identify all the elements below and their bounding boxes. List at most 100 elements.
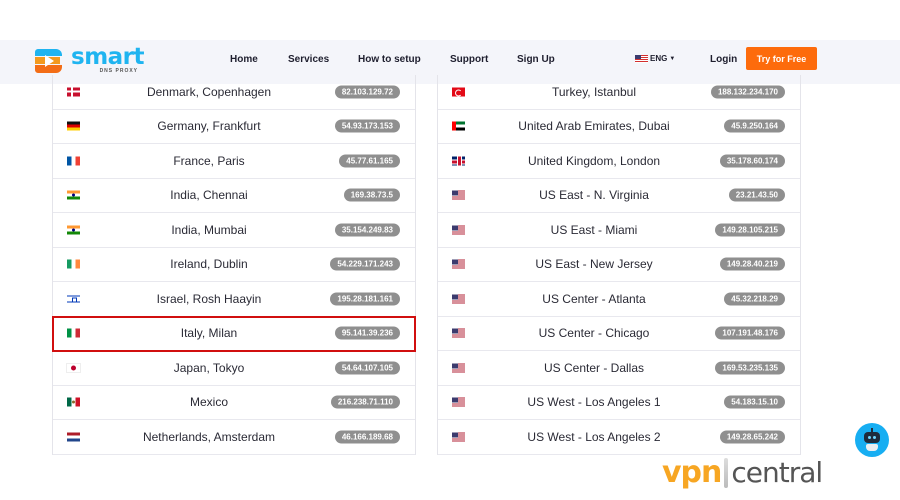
server-row: Japan, Tokyo 54.64.107.105 xyxy=(53,351,415,386)
server-location: Germany, Frankfurt xyxy=(157,119,261,134)
mexico-flag-icon xyxy=(67,397,80,407)
nav-sign-up[interactable]: Sign Up xyxy=(517,54,555,65)
server-location: US East - New Jersey xyxy=(535,257,653,272)
server-location: Denmark, Copenhagen xyxy=(146,84,272,99)
server-location: US Center - Atlanta xyxy=(542,291,646,306)
india-flag-icon xyxy=(67,190,80,200)
server-ip-badge: 195.28.181.161 xyxy=(330,292,400,306)
server-location: Netherlands, Amsterdam xyxy=(142,429,276,444)
japan-flag-icon xyxy=(67,363,80,373)
language-selector[interactable]: ENG ▼ xyxy=(635,54,675,63)
logo-icon xyxy=(35,49,63,75)
server-row: Netherlands, Amsterdam 46.166.189.68 xyxy=(53,420,415,455)
server-row: Israel, Rosh Haayin 195.28.181.161 xyxy=(53,282,415,317)
vpncentral-watermark: vpn central xyxy=(662,455,823,490)
server-ip-badge: 107.191.48.176 xyxy=(715,326,785,340)
server-location: Ireland, Dublin xyxy=(170,257,248,272)
brand-logo[interactable]: smart DNS PROXY xyxy=(35,44,145,77)
caret-down-icon: ▼ xyxy=(669,55,676,62)
server-location: Israel, Rosh Haayin xyxy=(156,291,262,306)
netherlands-flag-icon xyxy=(67,432,80,442)
server-ip-badge: 54.183.15.10 xyxy=(724,395,785,409)
germany-flag-icon xyxy=(67,121,80,131)
server-row: India, Chennai 169.38.73.5 xyxy=(53,179,415,213)
india-flag-icon xyxy=(67,225,80,235)
server-ip-badge: 35.154.249.83 xyxy=(334,223,400,237)
us-flag-icon xyxy=(452,328,465,338)
server-location: United Arab Emirates, Dubai xyxy=(518,119,670,134)
server-location: US East - Miami xyxy=(550,222,638,237)
server-location: Mexico xyxy=(189,395,228,410)
brand-name: smart xyxy=(71,44,145,70)
nav-support[interactable]: Support xyxy=(450,54,488,65)
server-ip-badge: 169.53.235.135 xyxy=(715,361,785,375)
server-row: US East - New Jersey 149.28.40.219 xyxy=(438,248,800,282)
server-location: US Center - Dallas xyxy=(543,360,645,375)
server-location: US West - Los Angeles 2 xyxy=(527,429,661,444)
us-flag-icon xyxy=(452,259,465,269)
server-ip-badge: 82.103.129.72 xyxy=(334,85,400,99)
login-link[interactable]: Login xyxy=(710,54,737,65)
us-flag-icon xyxy=(452,190,465,200)
server-ip-badge: 23.21.43.50 xyxy=(728,188,785,202)
server-location: Italy, Milan xyxy=(180,326,238,341)
server-ip-badge: 149.28.40.219 xyxy=(719,257,785,271)
page: smart DNS PROXY Home Services How to set… xyxy=(0,0,900,500)
nav-services[interactable]: Services xyxy=(288,54,329,65)
server-row: US West - Los Angeles 1 54.183.15.10 xyxy=(438,386,800,420)
server-row: Italy, Milan 95.141.39.236 xyxy=(52,315,416,352)
uk-flag-icon xyxy=(452,156,465,166)
us-flag-icon xyxy=(635,54,648,63)
server-row: India, Mumbai 35.154.249.83 xyxy=(53,213,415,248)
italy-flag-icon xyxy=(67,328,80,338)
server-location: India, Mumbai xyxy=(171,222,247,237)
server-list-left: Denmark, Copenhagen 82.103.129.72 Germany,… xyxy=(52,75,416,455)
server-row: United Arab Emirates, Dubai 45.9.250.164 xyxy=(438,110,800,144)
us-flag-icon xyxy=(452,294,465,304)
server-ip-badge: 45.32.218.29 xyxy=(724,292,785,306)
nav-how-to-setup[interactable]: How to setup xyxy=(358,54,421,65)
try-for-free-button[interactable]: Try for Free xyxy=(746,47,817,70)
server-row: Ireland, Dublin 54.229.171.243 xyxy=(53,248,415,282)
server-location: United Kingdom, London xyxy=(527,153,661,168)
server-ip-badge: 35.178.60.174 xyxy=(719,154,785,168)
ireland-flag-icon xyxy=(67,259,80,269)
server-ip-badge: 45.77.61.165 xyxy=(339,154,400,168)
server-ip-badge: 149.28.65.242 xyxy=(719,430,785,444)
chatbot-button[interactable] xyxy=(855,423,889,457)
server-ip-badge: 95.141.39.236 xyxy=(334,326,400,340)
server-row: France, Paris 45.77.61.165 xyxy=(53,144,415,179)
server-row: Denmark, Copenhagen 82.103.129.72 xyxy=(53,75,415,110)
us-flag-icon xyxy=(452,225,465,235)
server-location: Turkey, Istanbul xyxy=(551,84,637,99)
server-ip-badge: 216.238.71.110 xyxy=(330,395,400,409)
israel-flag-icon xyxy=(67,294,80,304)
uae-flag-icon xyxy=(452,121,465,131)
server-row: US Center - Atlanta 45.32.218.29 xyxy=(438,282,800,317)
us-flag-icon xyxy=(452,363,465,373)
us-flag-icon xyxy=(452,432,465,442)
server-ip-badge: 169.38.73.5 xyxy=(343,188,400,202)
server-ip-badge: 188.132.234.170 xyxy=(710,85,785,99)
server-row: Germany, Frankfurt 54.93.173.153 xyxy=(53,110,415,144)
server-list-right: Turkey, Istanbul 188.132.234.170 United Ar… xyxy=(437,75,801,455)
server-location: India, Chennai xyxy=(170,188,248,203)
server-ip-badge: 54.229.171.243 xyxy=(330,257,400,271)
turkey-flag-icon xyxy=(452,87,465,97)
nav-home[interactable]: Home xyxy=(230,54,258,65)
denmark-flag-icon xyxy=(67,87,80,97)
server-row: US Center - Dallas 169.53.235.135 xyxy=(438,351,800,386)
server-ip-badge: 46.166.189.68 xyxy=(334,430,400,444)
us-flag-icon xyxy=(452,397,465,407)
server-row: US Center - Chicago 107.191.48.176 xyxy=(438,317,800,351)
server-location: Japan, Tokyo xyxy=(173,360,245,375)
server-location: US Center - Chicago xyxy=(538,326,650,341)
server-location: US West - Los Angeles 1 xyxy=(527,395,661,410)
brand-tagline: DNS PROXY xyxy=(99,68,139,74)
server-row: US West - Los Angeles 2 149.28.65.242 xyxy=(438,420,800,455)
server-row: US East - N. Virginia 23.21.43.50 xyxy=(438,179,800,213)
server-row: United Kingdom, London 35.178.60.174 xyxy=(438,144,800,179)
server-ip-badge: 45.9.250.164 xyxy=(724,119,785,133)
server-ip-badge: 149.28.105.215 xyxy=(715,223,785,237)
server-ip-badge: 54.93.173.153 xyxy=(334,119,400,133)
